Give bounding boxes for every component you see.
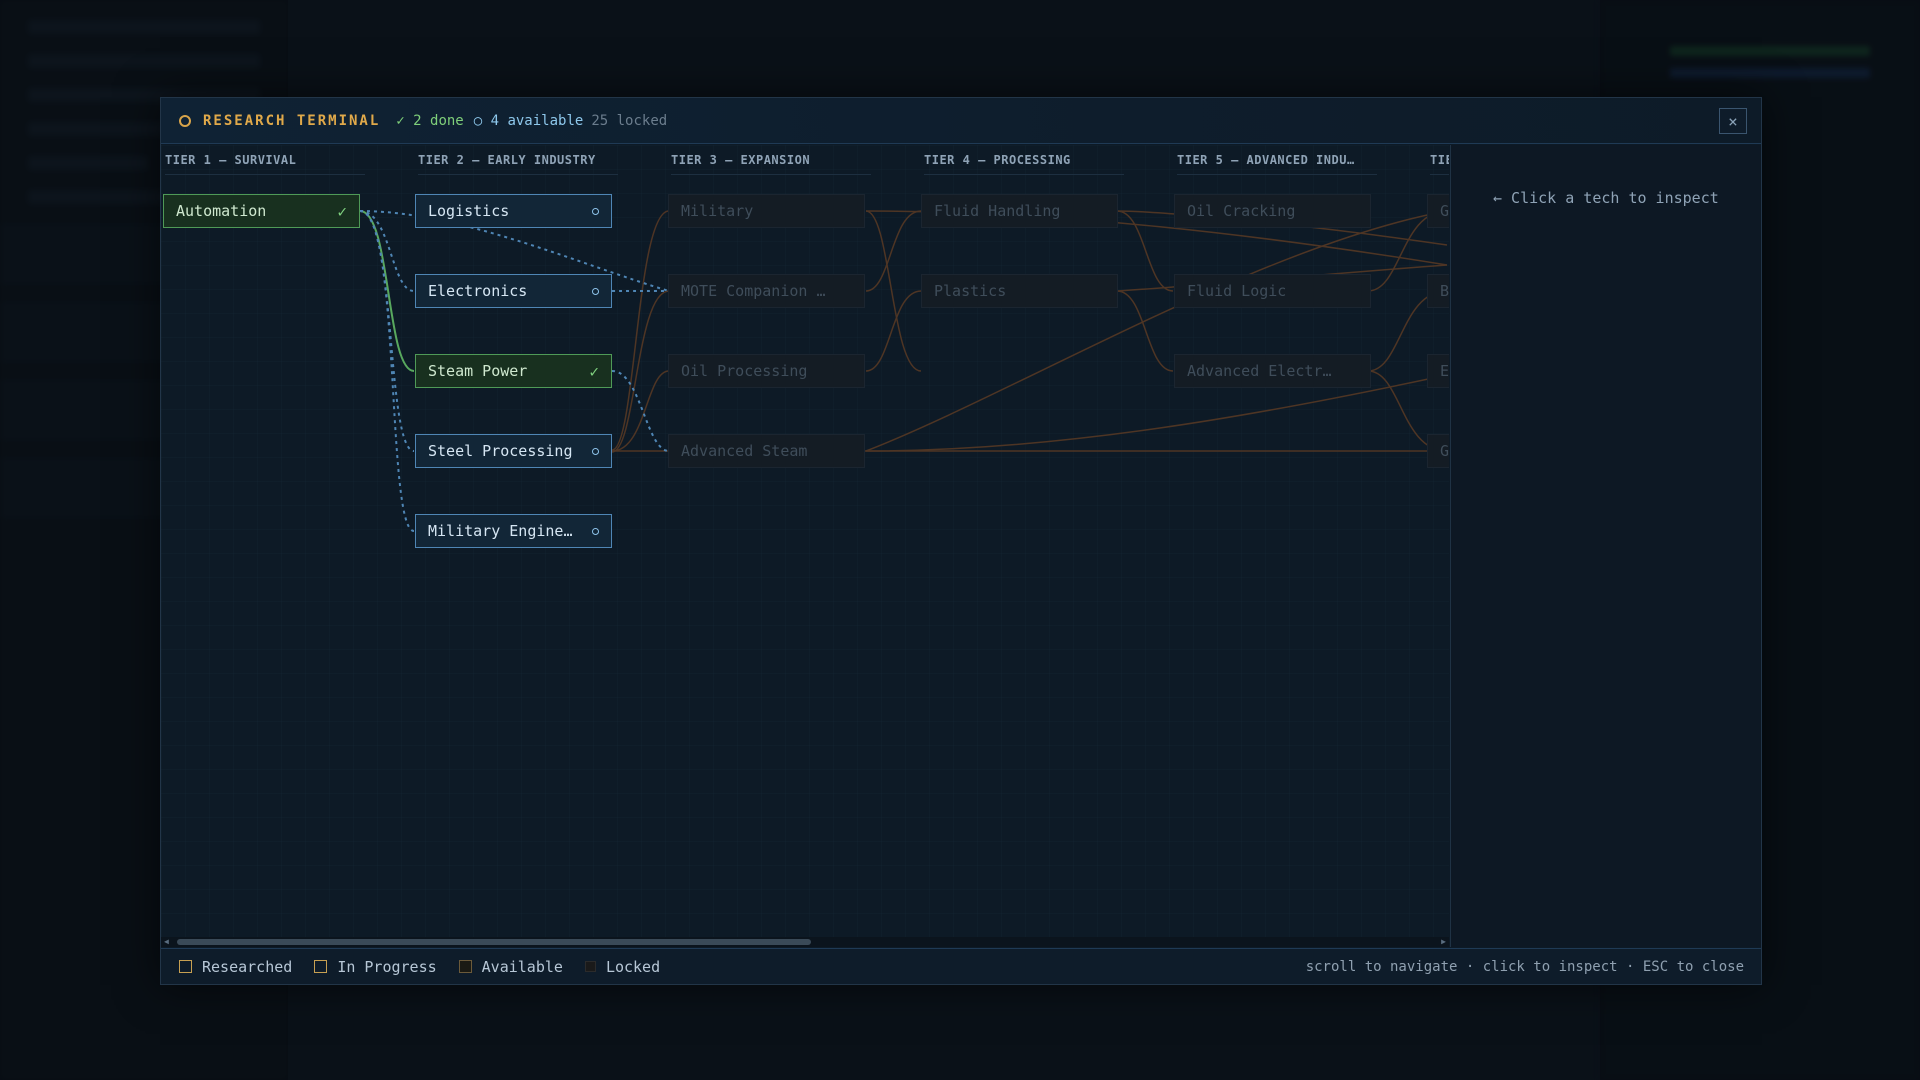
available-icon <box>592 527 599 535</box>
tech-label: E <box>1440 362 1449 380</box>
link-locked <box>865 210 922 292</box>
modal-title: RESEARCH TERMINAL <box>203 112 381 129</box>
link-researched <box>359 210 415 372</box>
scroll-right-icon[interactable]: ▶ <box>1441 937 1446 946</box>
legend-label: Locked <box>605 957 661 976</box>
link-locked <box>865 210 922 372</box>
tech-node-logistics[interactable]: Logistics <box>415 194 612 228</box>
tier-header-5: TIER 5 — ADVANCED INDU… <box>1177 153 1377 175</box>
legend-footer: Researched In Progress Available Locked … <box>161 948 1761 984</box>
tech-node-advanced-electronics[interactable]: Advanced Electr… <box>1174 354 1371 388</box>
tech-node-advanced-steam[interactable]: Advanced Steam <box>668 434 865 468</box>
tier-header-2: TIER 2 — EARLY INDUSTRY <box>418 153 618 175</box>
tech-label: Plastics <box>934 282 1007 300</box>
tech-node-oil-processing[interactable]: Oil Processing <box>668 354 865 388</box>
tech-node-tier6-d[interactable]: G <box>1427 434 1449 468</box>
locked-swatch-icon <box>584 961 596 972</box>
link-locked <box>865 210 1448 452</box>
tech-label: G <box>1440 202 1449 220</box>
link-locked <box>611 210 670 451</box>
tech-tree[interactable]: TIER 1 — SURVIVAL TIER 2 — EARLY INDUSTR… <box>161 145 1449 945</box>
available-swatch-icon <box>458 960 472 973</box>
tech-node-tier6-b[interactable]: B <box>1427 274 1449 308</box>
link-locked <box>611 290 670 453</box>
controls-hint: scroll to navigate · click to inspect · … <box>1305 958 1744 975</box>
tech-label: Military <box>681 202 754 220</box>
tech-node-electronics[interactable]: Electronics <box>415 274 612 308</box>
close-icon: × <box>1728 111 1738 131</box>
tech-label: Advanced Steam <box>681 442 808 460</box>
available-icon <box>592 287 599 295</box>
scroll-left-icon[interactable]: ◀ <box>164 937 169 946</box>
in-progress-swatch-icon <box>314 960 328 973</box>
research-terminal-modal: RESEARCH TERMINAL ✓ 2 done ○ 4 available… <box>160 97 1762 985</box>
tech-label: Steel Processing <box>428 442 573 460</box>
link-available <box>359 210 415 532</box>
tech-node-mote-companion[interactable]: MOTE Companion … <box>668 274 865 308</box>
tech-label: Oil Processing <box>681 362 808 380</box>
tech-links <box>359 210 1448 532</box>
tech-label: Automation <box>176 202 267 220</box>
tech-label: Oil Cracking <box>1187 202 1296 220</box>
tech-label: Logistics <box>428 202 510 220</box>
legend-locked: Locked <box>584 957 661 976</box>
tech-label: Fluid Logic <box>1187 282 1287 300</box>
inspect-hint: ← Click a tech to inspect <box>1493 189 1719 207</box>
tech-node-fluid-handling[interactable]: Fluid Handling <box>921 194 1118 228</box>
horizontal-scrollbar[interactable]: ◀ ▶ <box>161 937 1449 947</box>
legend-in-progress: In Progress <box>314 957 437 976</box>
tech-label: Steam Power <box>428 362 528 380</box>
close-button[interactable]: × <box>1719 108 1747 134</box>
tech-node-automation[interactable]: Automation ✓ <box>163 194 360 228</box>
tech-node-steam-power[interactable]: Steam Power ✓ <box>415 354 612 388</box>
locked-count: 25 locked <box>591 112 668 129</box>
check-icon: ✓ <box>589 361 599 381</box>
tech-node-military-engineering[interactable]: Military Engine… <box>415 514 612 548</box>
tech-node-oil-cracking[interactable]: Oil Cracking <box>1174 194 1371 228</box>
terminal-icon <box>179 114 191 127</box>
legend-available: Available <box>458 957 563 976</box>
tech-label: MOTE Companion … <box>681 282 826 300</box>
researched-swatch-icon <box>179 960 192 973</box>
legend-researched: Researched <box>179 958 292 976</box>
tier-header-1: TIER 1 — SURVIVAL <box>165 153 365 175</box>
link-available <box>359 210 415 452</box>
done-count: ✓ 2 done <box>396 112 464 129</box>
legend-label: In Progress <box>337 957 437 976</box>
legend-label: Researched <box>202 957 293 976</box>
tech-node-steel-processing[interactable]: Steel Processing <box>415 434 612 468</box>
available-icon <box>592 207 599 215</box>
tech-node-plastics[interactable]: Plastics <box>921 274 1118 308</box>
tech-node-fluid-logic[interactable]: Fluid Logic <box>1174 274 1371 308</box>
tech-label: Electronics <box>428 282 528 300</box>
tech-label: G <box>1440 442 1449 460</box>
tech-label: Advanced Electr… <box>1187 362 1332 380</box>
check-icon: ✓ <box>337 201 347 221</box>
tech-node-tier6-a[interactable]: G <box>1427 194 1449 228</box>
available-icon <box>592 447 599 455</box>
available-count: ○ 4 available <box>473 112 584 129</box>
tier-header-3: TIER 3 — EXPANSION <box>671 153 871 175</box>
tech-node-military[interactable]: Military <box>668 194 865 228</box>
tech-label: Military Engine… <box>428 522 573 540</box>
tech-label: Fluid Handling <box>934 202 1061 220</box>
modal-header: RESEARCH TERMINAL ✓ 2 done ○ 4 available… <box>161 98 1761 144</box>
tech-node-tier6-c[interactable]: E <box>1427 354 1449 388</box>
tier-header-4: TIER 4 — PROCESSING <box>924 153 1124 175</box>
scroll-thumb[interactable] <box>177 939 811 945</box>
legend-label: Available <box>481 957 563 976</box>
tier-header-6: TIE <box>1430 153 1449 175</box>
tech-label: B <box>1440 282 1449 300</box>
inspector-panel: ← Click a tech to inspect <box>1450 145 1761 947</box>
